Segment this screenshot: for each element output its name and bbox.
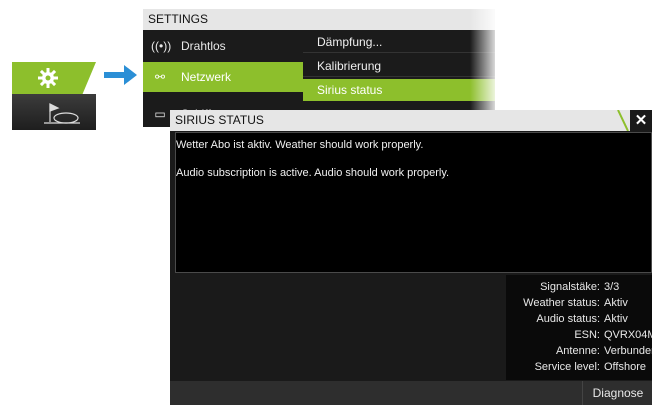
sirius-status-dialog: SIRIUS STATUS ✕ Wetter Abo ist aktiv. We…	[170, 110, 652, 405]
info-key: Service level:	[534, 361, 600, 373]
menu-item-label: Netzwerk	[181, 70, 232, 84]
info-key: Audio status:	[536, 313, 600, 325]
close-icon: ✕	[634, 112, 648, 129]
submenu-item-daempfung[interactable]: Dämpfung...	[303, 31, 495, 53]
submenu-item-sirius-status[interactable]: Sirius status	[303, 79, 495, 101]
info-value: Aktiv	[604, 313, 628, 325]
dialog-footer: Diagnose	[170, 381, 652, 405]
settings-title: SETTINGS	[143, 9, 495, 30]
info-value: 3/3	[604, 281, 620, 293]
header-slash-icon	[617, 110, 629, 131]
gear-icon	[38, 68, 58, 88]
info-row-weather: Weather status: Aktiv	[506, 295, 652, 311]
info-row-service-level: Service level: Offshore	[506, 359, 652, 375]
wireless-icon: ((•))	[151, 39, 172, 53]
menu-item-drahtlos[interactable]: ((•)) Drahtlos	[143, 31, 303, 61]
info-row-audio: Audio status: Aktiv	[506, 311, 652, 327]
message-area: Wetter Abo ist aktiv. Weather should wor…	[175, 132, 652, 273]
submenu-item-kalibrierung[interactable]: Kalibrierung	[303, 55, 495, 77]
menu-item-netzwerk[interactable]: ⚯ Netzwerk	[143, 62, 303, 92]
info-key: ESN:	[574, 329, 600, 341]
vessel-icon: ▭	[154, 107, 166, 121]
info-row-antenne: Antenne: Verbunden	[506, 343, 652, 359]
info-row-signal: Signalstäke: 3/3	[506, 279, 652, 295]
info-value: QVRX04MZ	[604, 329, 652, 341]
diagnose-button[interactable]: Diagnose	[582, 381, 652, 405]
network-icon: ⚯	[154, 70, 166, 84]
info-value: Verbunden	[604, 345, 652, 357]
close-button[interactable]: ✕	[630, 110, 652, 131]
menu-item-label: Drahtlos	[181, 39, 226, 53]
weather-message: Wetter Abo ist aktiv. Weather should wor…	[176, 139, 424, 151]
arrow-right-icon	[104, 65, 137, 85]
info-key: Signalstäke:	[540, 281, 600, 293]
status-info-panel: Signalstäke: 3/3 Weather status: Aktiv A…	[506, 275, 652, 380]
info-row-esn: ESN: QVRX04MZ	[506, 327, 652, 343]
audio-message: Audio subscription is active. Audio shou…	[176, 167, 450, 179]
info-key: Weather status:	[523, 297, 600, 309]
steering-wheel-icon	[44, 103, 80, 124]
info-value: Offshore	[604, 361, 646, 373]
info-value: Aktiv	[604, 297, 628, 309]
info-key: Antenne:	[555, 345, 600, 357]
dialog-title: SIRIUS STATUS	[170, 110, 652, 131]
